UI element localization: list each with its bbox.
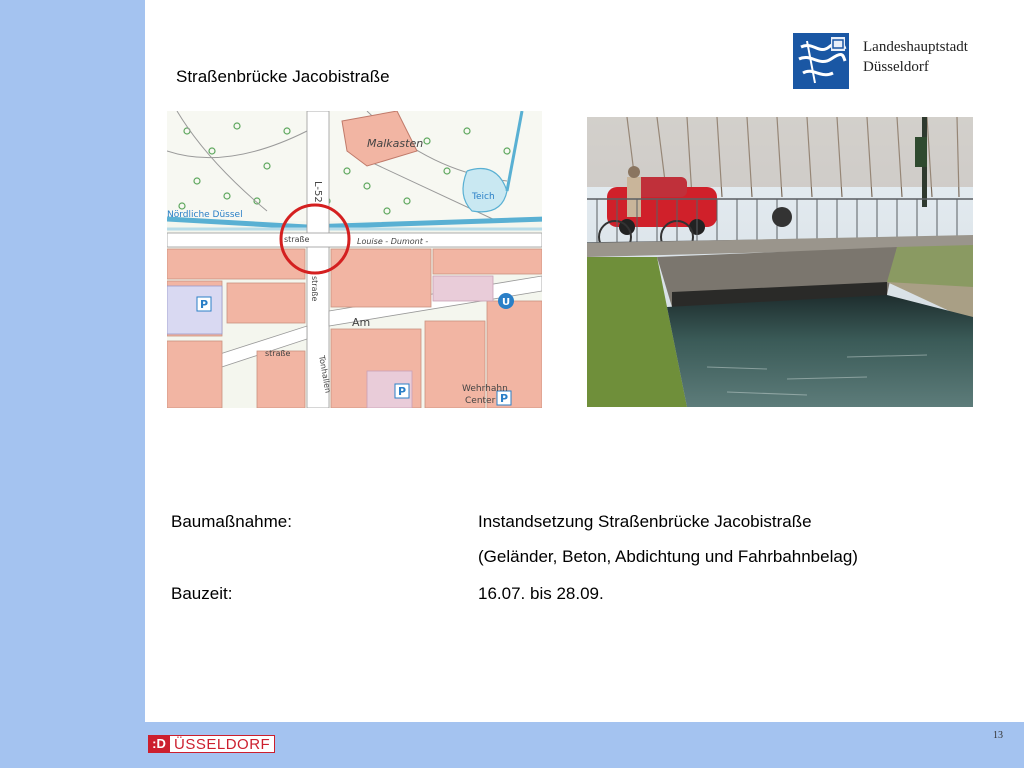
slide-title: Straßenbrücke Jacobistraße (176, 67, 390, 86)
svg-text:P: P (398, 385, 406, 398)
value-measure-line1: Instandsetzung Straßenbrücke Jacobistraß… (478, 512, 812, 531)
map-label-wehrhahn: Wehrhahn (462, 384, 508, 394)
duesseldorf-brand-logo: :D ÜSSELDORF (148, 735, 276, 753)
value-measure-line2: (Geländer, Beton, Abdichtung und Fahrbah… (478, 547, 858, 566)
map-label-teich: Teich (471, 192, 495, 202)
map-label-parking: P (200, 298, 208, 311)
bridge-photo (587, 117, 973, 407)
footer-band (145, 722, 1024, 768)
map-label-malkasten: Malkasten (367, 137, 423, 150)
logo-line2: Düsseldorf (863, 59, 929, 75)
map-label-ubahn: U (502, 297, 510, 308)
map-label-strasse-bottom: straße (265, 349, 291, 358)
page-number: 13 (993, 730, 1003, 741)
logo-line1: Landeshauptstadt (863, 39, 968, 55)
footer-band-left (0, 722, 145, 768)
value-time: 16.07. bis 28.09. (478, 584, 604, 603)
label-measure: Baumaßnahme: (171, 512, 292, 531)
map-label-center: Center (465, 396, 496, 406)
map-label-louise-dumont: Louise - Dumont - (357, 237, 428, 246)
map-label-strasse-left: straße (284, 235, 310, 244)
brand-mark: :D (148, 735, 170, 753)
city-crest-icon (793, 33, 849, 89)
map-label-am: Am (352, 316, 370, 329)
map-label-duessel: Nördliche Düssel (167, 210, 243, 220)
city-logo: Landeshauptstadt Düsseldorf (793, 33, 993, 91)
location-map: P P P U Malkasten Teich Nördliche Düssel… (167, 111, 542, 408)
map-label-l52: L-52 (312, 181, 323, 203)
label-time: Bauzeit: (171, 584, 233, 603)
left-sidebar-band (0, 0, 145, 768)
logo-text: Landeshauptstadt Düsseldorf (863, 37, 968, 77)
map-label-strasse-vertical: straße (310, 276, 319, 302)
brand-text: ÜSSELDORF (170, 735, 276, 753)
